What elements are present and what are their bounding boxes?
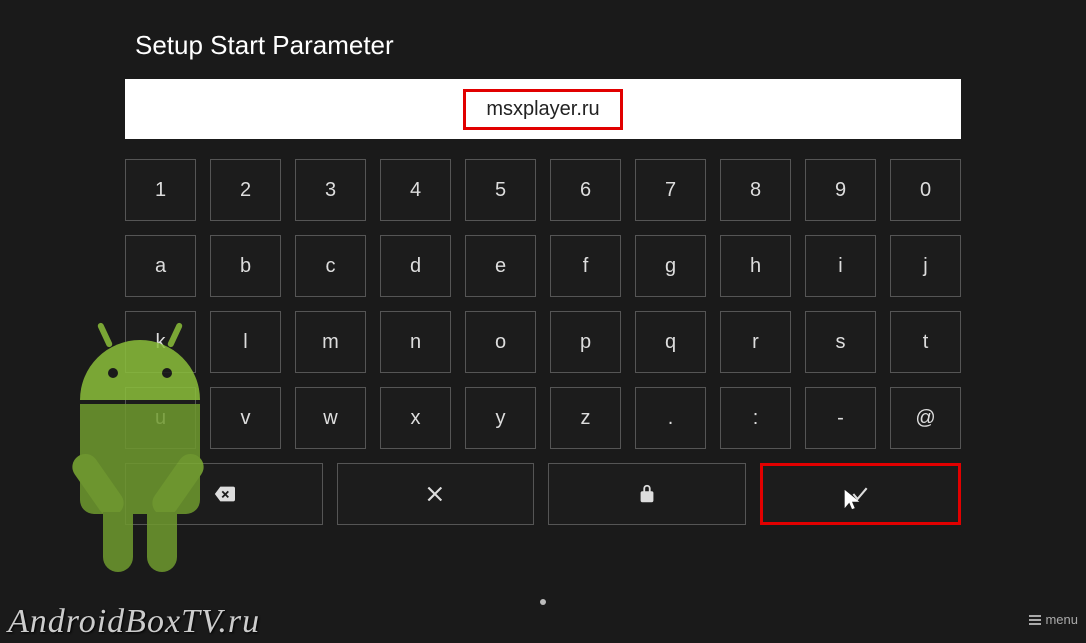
key-q[interactable]: q — [635, 311, 706, 373]
keyboard-row-actions — [125, 463, 961, 525]
key-d[interactable]: d — [380, 235, 451, 297]
backspace-key[interactable] — [125, 463, 323, 525]
secure-key[interactable] — [548, 463, 746, 525]
menu-icon — [1029, 615, 1041, 625]
key-g[interactable]: g — [635, 235, 706, 297]
key-e[interactable]: e — [465, 235, 536, 297]
key-w[interactable]: w — [295, 387, 366, 449]
key-f[interactable]: f — [550, 235, 621, 297]
keyboard-row-2: a b c d e f g h i j — [125, 235, 961, 297]
keyboard-row-3: k l m n o p q r s t — [125, 311, 961, 373]
key-x[interactable]: x — [380, 387, 451, 449]
key-v[interactable]: v — [210, 387, 281, 449]
key-8[interactable]: 8 — [720, 159, 791, 221]
key-at[interactable]: @ — [890, 387, 961, 449]
key-y[interactable]: y — [465, 387, 536, 449]
key-o[interactable]: o — [465, 311, 536, 373]
key-r[interactable]: r — [720, 311, 791, 373]
confirm-key[interactable] — [760, 463, 962, 525]
menu-hint[interactable]: menu — [1029, 612, 1078, 627]
key-period[interactable]: . — [635, 387, 706, 449]
key-u[interactable]: u — [125, 387, 196, 449]
pager-dot — [540, 599, 546, 605]
clear-key[interactable] — [337, 463, 535, 525]
key-colon[interactable]: : — [720, 387, 791, 449]
key-4[interactable]: 4 — [380, 159, 451, 221]
key-dash[interactable]: - — [805, 387, 876, 449]
key-a[interactable]: a — [125, 235, 196, 297]
cursor-icon — [841, 488, 863, 510]
on-screen-keyboard: 1 2 3 4 5 6 7 8 9 0 a b c d e f g h i j … — [125, 159, 961, 525]
key-j[interactable]: j — [890, 235, 961, 297]
key-b[interactable]: b — [210, 235, 281, 297]
menu-label: menu — [1045, 612, 1078, 627]
key-n[interactable]: n — [380, 311, 451, 373]
key-7[interactable]: 7 — [635, 159, 706, 221]
key-2[interactable]: 2 — [210, 159, 281, 221]
key-i[interactable]: i — [805, 235, 876, 297]
close-icon — [424, 483, 446, 505]
lock-icon — [636, 483, 658, 505]
key-z[interactable]: z — [550, 387, 621, 449]
keyboard-row-4: u v w x y z . : - @ — [125, 387, 961, 449]
key-9[interactable]: 9 — [805, 159, 876, 221]
key-k[interactable]: k — [125, 311, 196, 373]
key-p[interactable]: p — [550, 311, 621, 373]
key-c[interactable]: c — [295, 235, 366, 297]
key-3[interactable]: 3 — [295, 159, 366, 221]
keyboard-row-1: 1 2 3 4 5 6 7 8 9 0 — [125, 159, 961, 221]
key-h[interactable]: h — [720, 235, 791, 297]
key-5[interactable]: 5 — [465, 159, 536, 221]
key-m[interactable]: m — [295, 311, 366, 373]
key-0[interactable]: 0 — [890, 159, 961, 221]
input-value: msxplayer.ru — [463, 89, 622, 130]
page-title: Setup Start Parameter — [125, 30, 961, 61]
key-l[interactable]: l — [210, 311, 281, 373]
backspace-icon — [213, 483, 235, 505]
parameter-input[interactable]: msxplayer.ru — [125, 79, 961, 139]
key-t[interactable]: t — [890, 311, 961, 373]
key-s[interactable]: s — [805, 311, 876, 373]
key-1[interactable]: 1 — [125, 159, 196, 221]
key-6[interactable]: 6 — [550, 159, 621, 221]
